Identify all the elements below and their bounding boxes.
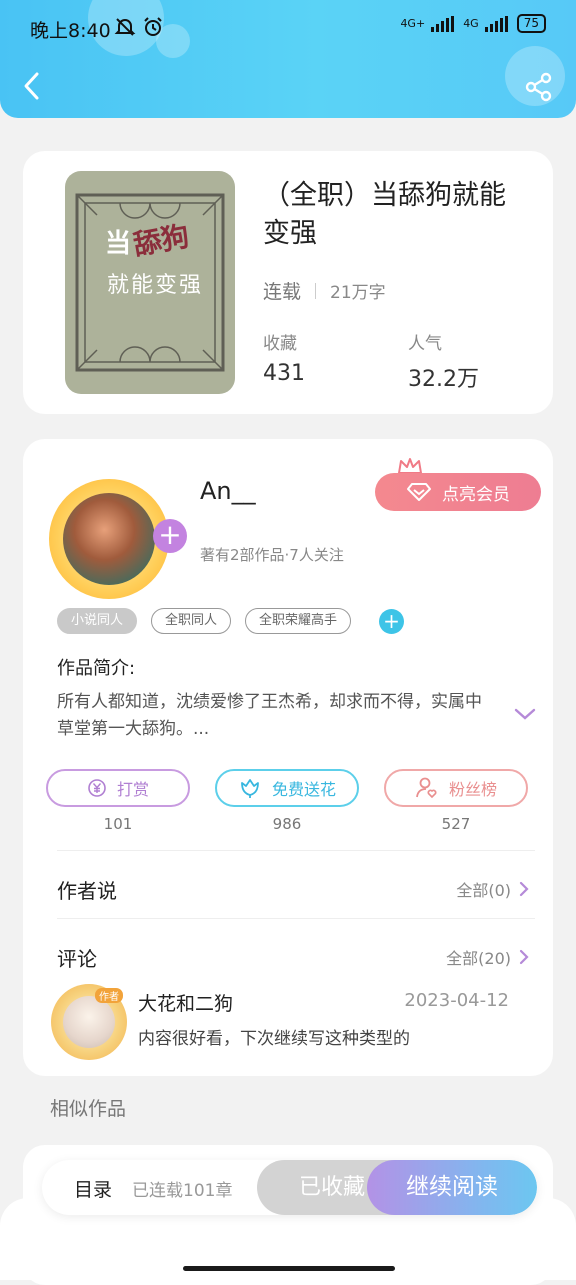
comments-more-label: 全部(20) [446, 949, 511, 968]
popularity-label: 人气 [408, 334, 442, 354]
vip-button[interactable]: 点亮会员 [375, 473, 541, 511]
cover-title-text: 当 [105, 229, 132, 259]
book-status: 连载 [263, 281, 302, 303]
divider [57, 850, 535, 851]
status-icons: 4G+ 4G 75 [400, 14, 546, 33]
mute-bell-icon [114, 18, 136, 36]
diamond-icon [407, 483, 431, 501]
book-title: （全职）当舔狗就能变强 [263, 180, 506, 249]
cover-title-text: 就能变强 [107, 273, 204, 298]
signal-icon [431, 15, 455, 32]
tag-list: 小说同人 全职同人 全职荣耀高手 + [57, 608, 405, 634]
fan-count: 527 [441, 815, 471, 833]
word-count: 21万字 [330, 283, 386, 303]
tag-chip[interactable]: 全职同人 [151, 608, 232, 634]
chevron-right-icon [519, 949, 529, 965]
commenter-avatar[interactable]: 作者 [51, 984, 127, 1060]
send-flower-label: 免费送花 [271, 780, 336, 799]
author-name[interactable]: An__ [200, 477, 256, 505]
divider [57, 918, 535, 919]
bottom-action-bar: 目录 已连载101章 已收藏 继续阅读 [42, 1160, 537, 1215]
popularity-value: 32.2万 [408, 367, 479, 392]
reward-label: 打赏 [116, 780, 149, 799]
continue-reading-button[interactable]: 继续阅读 [367, 1160, 537, 1215]
reward-count: 101 [103, 815, 133, 833]
reward-button[interactable]: 打赏 [46, 769, 190, 807]
chevron-right-icon [519, 881, 529, 897]
flower-count: 986 [272, 815, 302, 833]
author-avatar[interactable]: + [49, 479, 187, 599]
vip-label: 点亮会员 [442, 484, 510, 505]
fan-ranking-label: 粉丝榜 [448, 780, 497, 799]
commenter-name[interactable]: 大花和二狗 [138, 989, 233, 1016]
chevron-down-icon[interactable] [514, 707, 536, 721]
alarm-clock-icon [144, 17, 162, 36]
avatar [63, 493, 155, 585]
comments-more[interactable]: 全部(20) [446, 945, 529, 969]
back-arrow-icon[interactable] [20, 70, 44, 102]
comments-title: 评论 [57, 947, 97, 971]
author-says-title: 作者说 [57, 879, 117, 903]
comment-text[interactable]: 内容很好看，下次继续写这种类型的 [138, 1024, 410, 1049]
book-info-card: 当 舔狗 就能变强 （全职）当舔狗就能变强 连载 21万字 收藏 431 人气 … [23, 151, 553, 414]
status-time: 晚上8:40 [30, 20, 111, 42]
fan-user-icon [416, 777, 437, 799]
divider [315, 282, 317, 299]
book-meta: 连载 21万字 [263, 277, 386, 304]
home-indicator [183, 1266, 395, 1271]
battery-indicator: 75 [516, 14, 546, 33]
tag-chip[interactable]: 全职荣耀高手 [245, 608, 352, 634]
chapter-count: 已连载101章 [132, 1181, 233, 1201]
author-card: + An__ 著有2部作品·7人关注 点亮会员 小说同人 全职同人 全职荣耀高手… [23, 439, 553, 1076]
avatar [63, 996, 115, 1048]
network-label: 4G+ [400, 17, 426, 30]
favorites-value: 431 [263, 361, 305, 386]
share-icon[interactable] [524, 72, 554, 102]
book-cover[interactable]: 当 舔狗 就能变强 [65, 171, 235, 394]
intro-label: 作品简介: [57, 658, 136, 679]
toc-label: 目录 [74, 1179, 113, 1201]
fan-ranking-button[interactable]: 粉丝榜 [384, 769, 528, 807]
send-flower-button[interactable]: 免费送花 [215, 769, 359, 807]
tag-chip[interactable]: 小说同人 [57, 608, 138, 634]
signal-icon [484, 15, 508, 32]
author-says-more[interactable]: 全部(0) [456, 877, 529, 901]
add-tag-icon[interactable]: + [379, 608, 405, 634]
favorites-label: 收藏 [263, 334, 297, 354]
similar-works-title: 相似作品 [50, 1098, 127, 1120]
comment-date: 2023-04-12 [404, 990, 509, 1011]
header: 晚上8:40 4G+ 4G 75 [0, 0, 576, 118]
intro-text: 所有人都知道，沈绩爱惨了王杰希，却求而不得，实属中草堂第一大舔狗。... [57, 692, 482, 739]
author-stats: 著有2部作品·7人关注 [200, 546, 344, 564]
author-says-more-label: 全部(0) [456, 881, 511, 900]
yen-coin-icon [88, 779, 106, 797]
network-label: 4G [463, 17, 479, 30]
follow-plus-icon[interactable]: + [153, 519, 187, 553]
author-badge: 作者 [95, 988, 123, 1003]
flower-icon [241, 779, 259, 798]
